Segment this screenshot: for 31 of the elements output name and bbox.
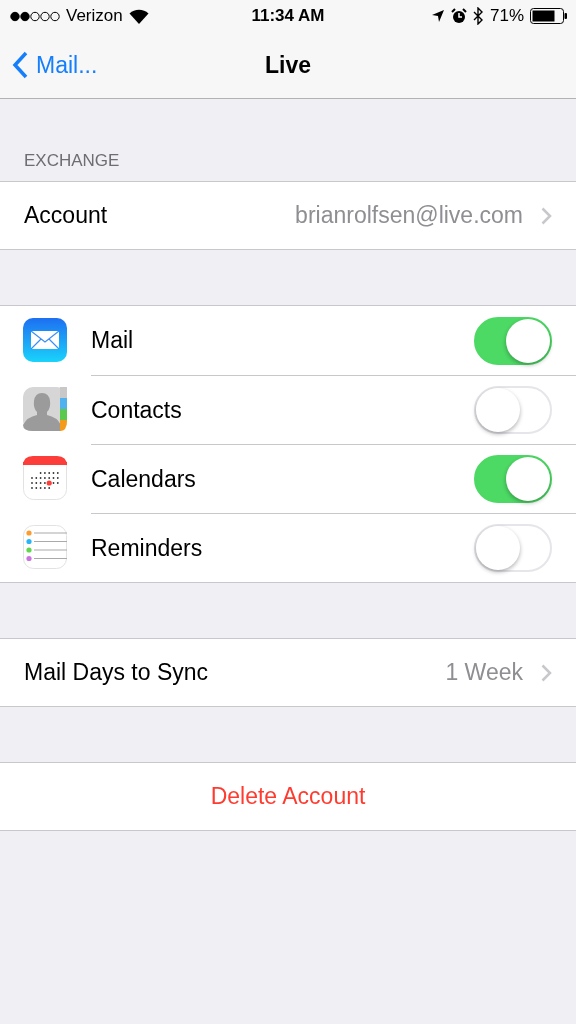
row-label: Calendars <box>91 465 196 493</box>
chevron-right-icon <box>541 663 552 682</box>
nav-title: Live <box>265 51 311 79</box>
bluetooth-icon <box>472 7 484 25</box>
toggle-switch[interactable] <box>474 455 552 503</box>
row-label: Reminders <box>91 534 203 562</box>
signal-icon <box>10 10 60 22</box>
row-label: Account <box>24 202 109 229</box>
contact-silhouette-icon <box>23 387 67 431</box>
list-icon <box>23 525 67 569</box>
carrier-name: Verizon <box>66 6 123 26</box>
section-header: EXCHANGE <box>24 151 120 170</box>
sync-row[interactable]: Mail Days to Sync 1 Week <box>0 639 576 706</box>
row-label: Mail Days to Sync <box>24 659 210 686</box>
row-value: 1 Week <box>445 659 523 686</box>
back-button[interactable]: Mail... <box>0 51 98 79</box>
row-value: brianrolfsen@live.com <box>295 202 523 229</box>
toggle-switch[interactable] <box>474 316 552 365</box>
alarm-icon <box>450 8 467 24</box>
chevron-right-icon <box>541 206 552 225</box>
envelope-icon <box>23 318 67 362</box>
row-label: Contacts <box>91 396 182 424</box>
row-label: Mail <box>91 327 134 354</box>
status-time: 11:34 AM <box>251 6 325 26</box>
battery-icon <box>530 8 568 24</box>
location-icon <box>430 9 445 23</box>
chevron-left-icon <box>12 51 28 79</box>
calendar-icon <box>23 456 67 500</box>
battery-percent: 71% <box>489 6 524 26</box>
account-row[interactable]: Account brianrolfsen@live.com <box>0 182 576 249</box>
wifi-icon <box>128 8 149 24</box>
